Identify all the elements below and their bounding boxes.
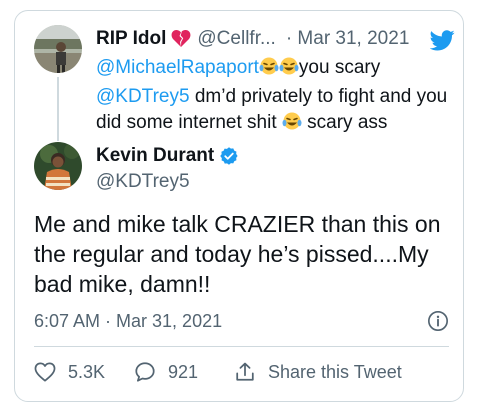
parent-author-handle[interactable]: @Cellfr... [197, 28, 275, 50]
main-author-row: Kevin Durant [96, 145, 239, 167]
parent-date-text: Mar 31, 2021 [297, 28, 410, 49]
main-author-avatar[interactable] [34, 142, 82, 190]
tears-of-joy-icon [259, 56, 299, 84]
verified-badge-icon [219, 146, 239, 166]
parent-header: RIP Idol @Cellfr... · Mar 31, 2021 [96, 27, 409, 51]
share-button[interactable]: Share this Tweet [234, 361, 402, 383]
like-button[interactable]: 5.3K [34, 362, 134, 383]
tears-of-joy-icon [282, 111, 302, 139]
like-count: 5.3K [68, 361, 106, 382]
date-separator: · [285, 28, 293, 49]
main-author-handle[interactable]: @KDTrey5 [96, 171, 190, 193]
share-label: Share this Tweet [268, 361, 402, 382]
reply-button[interactable]: 921 [134, 361, 234, 383]
heart-icon [34, 362, 56, 382]
parent-text-segment: scary ass [301, 112, 388, 133]
parent-author-name[interactable]: RIP Idol [96, 28, 166, 50]
share-icon [236, 362, 254, 381]
reply-count: 921 [168, 361, 199, 382]
parent-avatar[interactable] [34, 25, 82, 73]
divider [34, 346, 449, 347]
reply-bubble-icon [135, 362, 155, 382]
mention-link[interactable]: @KDTrey5 [96, 86, 190, 107]
twitter-bird-icon[interactable] [430, 30, 455, 51]
tweet-embed-card: RIP Idol @Cellfr... · Mar 31, 2021 @Mich… [14, 10, 464, 402]
main-tweet-text: Me and mike talk CRAZIER than this on th… [34, 211, 441, 297]
mention-link[interactable]: @MichaelRapaport [96, 57, 259, 78]
broken-heart-icon [171, 30, 191, 48]
parent-text-segment: you scary [298, 57, 381, 78]
thread-connector-line [57, 77, 59, 141]
main-author-name[interactable]: Kevin Durant [96, 145, 214, 167]
tweet-timestamp[interactable]: 6:07 AM · Mar 31, 2021 [34, 311, 222, 332]
tweet-action-bar: 5.3K 921 Share this Tweet [34, 357, 402, 387]
info-icon[interactable] [427, 310, 449, 332]
parent-date[interactable]: · Mar 31, 2021 [286, 28, 410, 50]
parent-tweet-text: @MichaelRapaport you scary @KDTrey5 dm’d… [96, 55, 456, 139]
